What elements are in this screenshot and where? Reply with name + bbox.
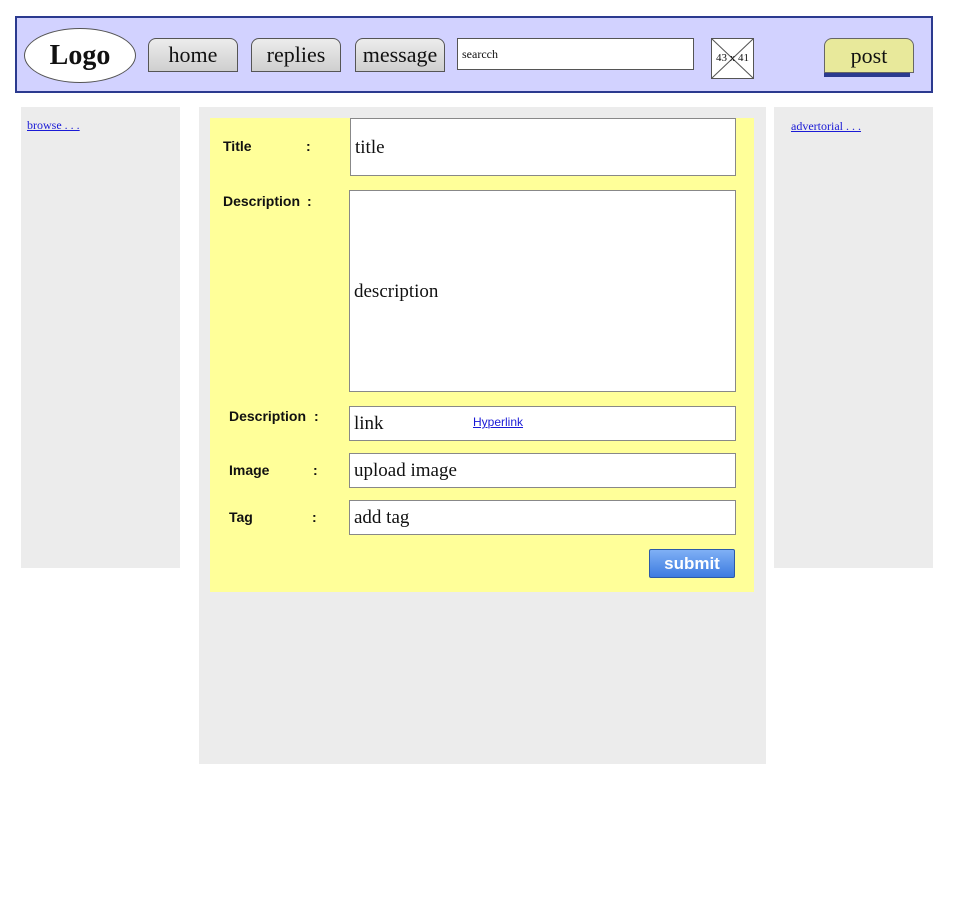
nav-replies-button[interactable]: replies <box>251 38 341 72</box>
search-input[interactable]: searcch <box>457 38 694 70</box>
logo[interactable]: Logo <box>24 28 136 83</box>
post-form: Title : title Description : description … <box>210 118 754 592</box>
hyperlink[interactable]: Hyperlink <box>473 415 523 429</box>
right-sidebar: advertorial . . . <box>774 107 933 568</box>
top-header: Logo home replies message searcch 43 x 4… <box>15 16 933 93</box>
title-input[interactable]: title <box>350 118 736 176</box>
image-placeholder-size: 43 x 41 <box>716 52 749 64</box>
description-label: Description <box>223 193 301 209</box>
post-underline <box>824 73 910 77</box>
link-label: Description <box>229 408 307 424</box>
browse-link[interactable]: browse . . . <box>27 118 80 133</box>
title-input-value: title <box>355 137 385 158</box>
advertorial-link[interactable]: advertorial . . . <box>791 119 861 134</box>
image-colon: : <box>313 462 318 478</box>
submit-button[interactable]: submit <box>649 549 735 578</box>
left-sidebar: browse . . . <box>21 107 180 568</box>
link-input[interactable]: link Hyperlink <box>349 406 736 441</box>
tag-label: Tag <box>229 509 253 525</box>
description-colon: : <box>307 193 312 209</box>
title-colon: : <box>306 138 311 154</box>
image-label: Image <box>229 462 270 478</box>
tag-input[interactable]: add tag <box>349 500 736 535</box>
title-label: Title <box>223 138 252 154</box>
upload-image-input[interactable]: upload image <box>349 453 736 488</box>
link-input-value: link <box>354 413 384 434</box>
tag-input-value: add tag <box>354 507 410 528</box>
link-colon: : <box>314 408 319 424</box>
tag-colon: : <box>312 509 317 525</box>
post-button[interactable]: post <box>824 38 914 73</box>
nav-message-button[interactable]: message <box>355 38 445 72</box>
nav-home-button[interactable]: home <box>148 38 238 72</box>
image-placeholder-icon: 43 x 41 <box>711 38 754 79</box>
upload-image-value: upload image <box>354 460 457 481</box>
description-textarea-value: description <box>354 281 439 302</box>
description-textarea[interactable]: description <box>349 190 736 392</box>
